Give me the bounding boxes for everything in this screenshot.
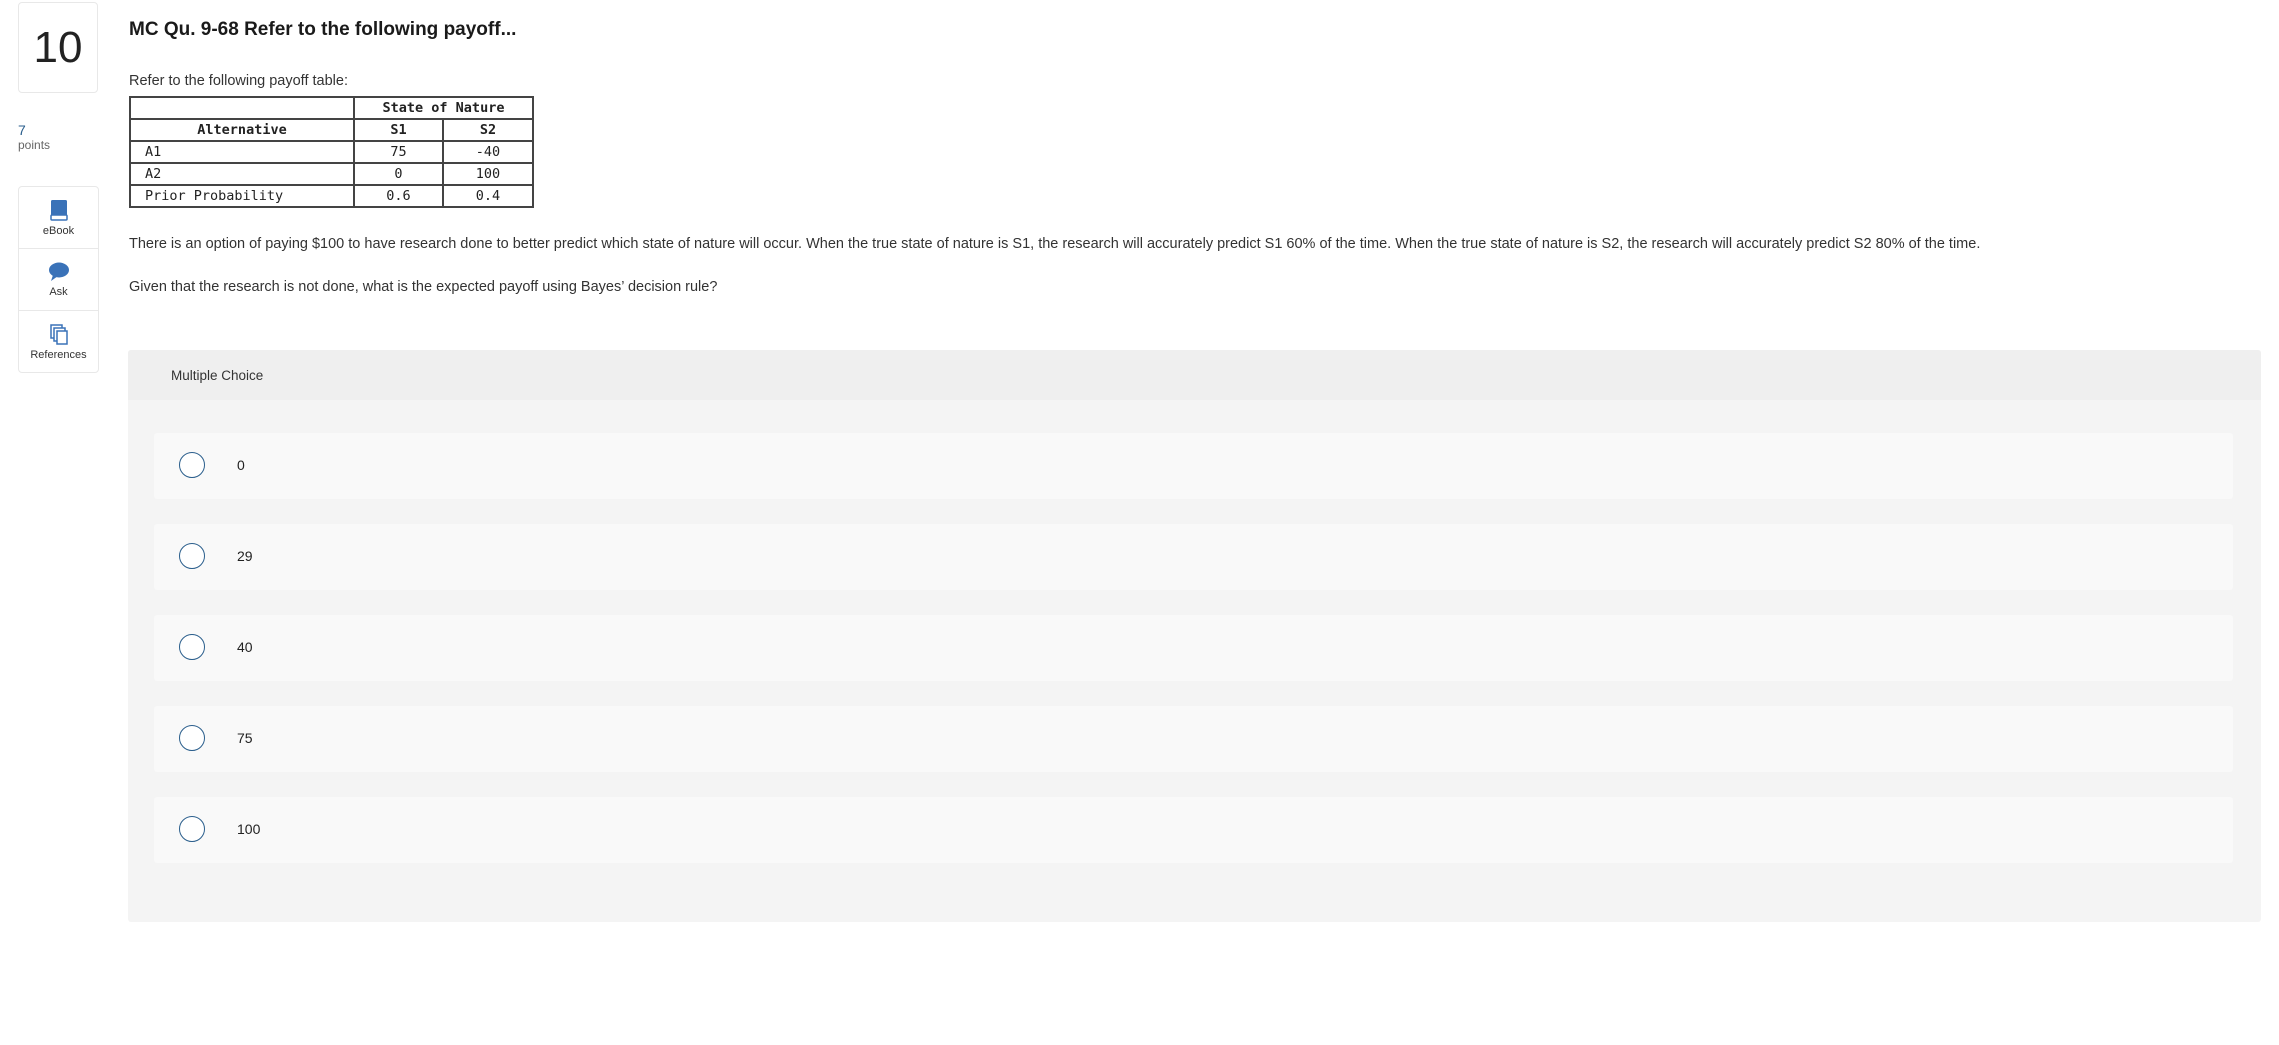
points-value: 7 — [18, 122, 26, 138]
table-row: A2 0 100 — [129, 162, 534, 186]
book-icon — [49, 199, 69, 221]
copy-documents-icon — [49, 323, 69, 345]
alternative-header: Alternative — [129, 118, 355, 142]
payoff-table: State of Nature Alternative S1 S2 A1 75 … — [129, 96, 534, 208]
radio-button[interactable] — [179, 543, 205, 569]
table-header-row: Alternative S1 S2 — [129, 118, 534, 142]
table-cell: 0 — [353, 162, 444, 186]
multiple-choice-header: Multiple Choice — [128, 350, 2261, 400]
tools-panel: eBook Ask References — [18, 186, 99, 373]
answer-option[interactable]: 0 — [154, 433, 2233, 499]
references-button[interactable]: References — [19, 311, 98, 372]
points-info: 7 points — [18, 122, 50, 152]
answer-option[interactable]: 75 — [154, 706, 2233, 772]
radio-button[interactable] — [179, 725, 205, 751]
state-of-nature-header: State of Nature — [353, 96, 534, 120]
s2-header: S2 — [442, 118, 534, 142]
answer-option-text: 40 — [237, 639, 253, 655]
answer-option-text: 0 — [237, 457, 245, 473]
table-cell: 75 — [353, 140, 444, 164]
table-cell: 0.4 — [442, 184, 534, 208]
answer-option-text: 29 — [237, 548, 253, 564]
ask-button[interactable]: Ask — [19, 249, 98, 311]
radio-button[interactable] — [179, 816, 205, 842]
table-cell: Prior Probability — [129, 184, 355, 208]
radio-button[interactable] — [179, 634, 205, 660]
table-cell: 100 — [442, 162, 534, 186]
question-paragraph-research: There is an option of paying $100 to hav… — [129, 236, 1981, 252]
answer-option[interactable]: 29 — [154, 524, 2233, 590]
references-label: References — [30, 348, 87, 361]
table-cell: 0.6 — [353, 184, 444, 208]
table-cell: A2 — [129, 162, 355, 186]
table-cell: -40 — [442, 140, 534, 164]
answer-option[interactable]: 40 — [154, 615, 2233, 681]
table-row: A1 75 -40 — [129, 140, 534, 164]
table-cell: A1 — [129, 140, 355, 164]
answer-option-text: 75 — [237, 730, 253, 746]
question-title: MC Qu. 9-68 Refer to the following payof… — [129, 19, 517, 40]
chat-bubble-icon — [48, 262, 70, 282]
multiple-choice-panel: Multiple Choice 0 29 40 75 100 — [128, 350, 2261, 922]
multiple-choice-label: Multiple Choice — [171, 367, 264, 383]
answer-option[interactable]: 100 — [154, 797, 2233, 863]
ask-label: Ask — [49, 285, 68, 298]
question-intro: Refer to the following payoff table: — [129, 73, 348, 89]
ebook-button[interactable]: eBook — [19, 187, 98, 249]
s1-header: S1 — [353, 118, 444, 142]
question-prompt: Given that the research is not done, wha… — [129, 279, 718, 295]
question-number-text: 10 — [33, 22, 83, 72]
question-number: 10 — [18, 2, 98, 93]
points-label: points — [18, 138, 51, 152]
table-row: Prior Probability 0.6 0.4 — [129, 184, 534, 208]
ebook-label: eBook — [42, 224, 75, 237]
table-header-row: State of Nature — [129, 96, 534, 120]
table-empty-cell — [129, 96, 355, 120]
radio-button[interactable] — [179, 452, 205, 478]
answer-option-text: 100 — [237, 821, 261, 837]
